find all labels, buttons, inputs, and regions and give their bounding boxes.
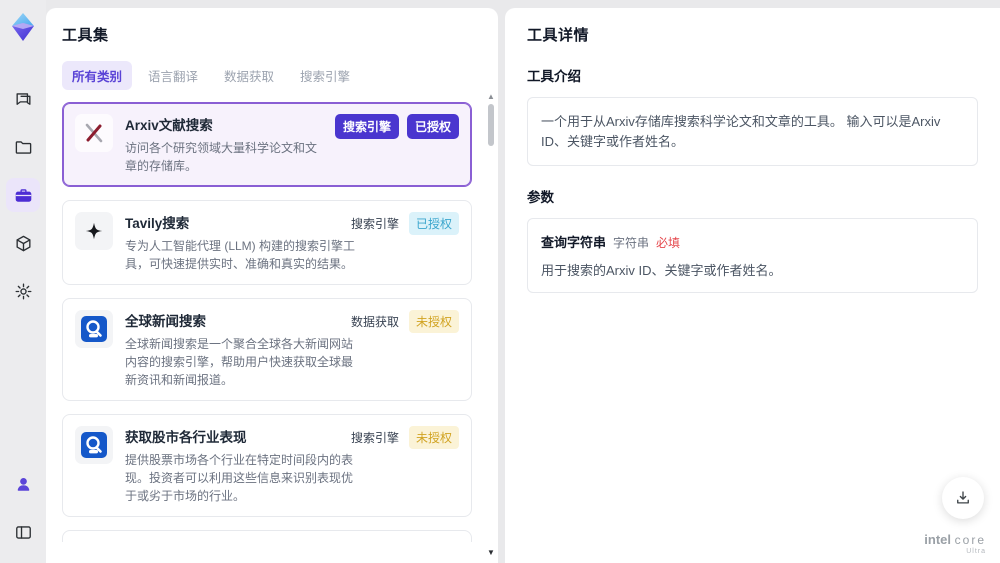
tool-card-global-news[interactable]: 全球新闻搜索 全球新闻搜索是一个聚合全球各大新闻网站内容的搜索引擎，帮助用户快速… [62, 298, 472, 401]
details-title: 工具详情 [527, 27, 590, 44]
params-heading: 参数 [527, 190, 554, 205]
tool-card-sector-performance[interactable]: 获取股市各行业表现 提供股票市场各个行业在特定时间段内的表现。投资者可以利用这些… [62, 414, 472, 517]
tab-all-categories[interactable]: 所有类别 [62, 61, 133, 90]
blue-news-app-icon [75, 426, 113, 464]
scrollbar-thumb[interactable] [488, 104, 494, 146]
intel-brand-text: intel [924, 532, 952, 547]
app-logo-icon[interactable] [8, 12, 38, 42]
brand-sub-text: Ultra [966, 548, 986, 555]
auth-badge: 已授权 [408, 212, 459, 235]
tab-language-translation[interactable]: 语言翻译 [138, 61, 208, 90]
tool-list: Arxiv文献搜索 访问各个研究领域大量科学论文和文章的存储库。 搜索引擎 已授… [62, 102, 482, 542]
tab-search-engine[interactable]: 搜索引擎 [290, 61, 360, 90]
list-scrollbar[interactable]: ▲ ▼ [486, 92, 496, 557]
auth-badge: 未授权 [408, 426, 459, 449]
scroll-up-arrow[interactable]: ▲ [487, 92, 495, 101]
toolbox-icon[interactable] [6, 178, 40, 212]
tool-description: 全球新闻搜索是一个聚合全球各大新闻网站内容的搜索引擎，帮助用户快速获取全球最新资… [125, 337, 354, 387]
category-tabs: 所有类别 语言翻译 数据获取 搜索引擎 [62, 61, 482, 90]
tool-title: Arxiv文献搜索 [125, 118, 213, 133]
folder-icon[interactable] [6, 130, 40, 164]
param-type: 字符串 [613, 236, 650, 250]
package-icon[interactable] [6, 226, 40, 260]
user-icon[interactable] [6, 467, 40, 501]
tool-title: Tavily搜索 [125, 216, 190, 231]
tool-description: 访问各个研究领域大量科学论文和文章的存储库。 [125, 141, 318, 173]
tool-title: 全球新闻搜索 [125, 314, 206, 329]
tool-description: 提供股票市场各个行业在特定时间段内的表现。投资者可以利用这些信息来识别表现优于或… [125, 453, 354, 503]
category-badge: 搜索引擎 [350, 431, 399, 445]
chat-icon[interactable] [6, 82, 40, 116]
param-name: 查询字符串 [541, 235, 607, 250]
blue-news-app-icon [75, 310, 113, 348]
auth-badge: 未授权 [408, 310, 459, 333]
left-rail [0, 0, 46, 563]
tools-panel-title: 工具集 [62, 27, 109, 44]
arxiv-logo-icon [75, 114, 113, 152]
settings-icon[interactable] [6, 274, 40, 308]
tab-data-fetch[interactable]: 数据获取 [214, 61, 284, 90]
parameter-card: 查询字符串 字符串 必填 用于搜索的Arxiv ID、关键字或作者姓名。 [527, 218, 978, 293]
intro-heading: 工具介绍 [527, 69, 581, 84]
intro-text-box: 一个用于从Arxiv存储库搜索科学论文和文章的工具。 输入可以是Arxiv ID… [527, 97, 978, 166]
tool-description: 专为人工智能代理 (LLM) 构建的搜索引擎工具，可快速提供实时、准确和真实的结… [125, 239, 356, 271]
tool-card-arxiv[interactable]: Arxiv文献搜索 访问各个研究领域大量科学论文和文章的存储库。 搜索引擎 已授… [62, 102, 472, 187]
tool-card-tavily[interactable]: Tavily搜索 专为人工智能代理 (LLM) 构建的搜索引擎工具，可快速提供实… [62, 200, 472, 285]
tavily-star-icon [75, 212, 113, 250]
tool-card-most-active-stocks[interactable]: 获取市场最活跃股票信息 提供当天交易量最高的股票列表，投资者可以利用这些信息来识… [62, 530, 472, 542]
main-area: 工具集 所有类别 语言翻译 数据获取 搜索引擎 Arxiv文献搜索 访问各个研究… [46, 8, 1000, 563]
category-badge: 数据获取 [350, 315, 399, 329]
download-icon [957, 491, 969, 504]
category-badge: 搜索引擎 [334, 114, 399, 139]
scroll-down-arrow[interactable]: ▼ [487, 548, 495, 557]
intel-core-logo: intel core Ultra [924, 533, 986, 555]
tool-title: 获取股市各行业表现 [125, 430, 247, 445]
panel-toggle-icon[interactable] [6, 515, 40, 549]
category-badge: 搜索引擎 [350, 217, 399, 231]
param-description: 用于搜索的Arxiv ID、关键字或作者姓名。 [541, 263, 782, 278]
core-brand-text: core [954, 533, 986, 547]
download-button[interactable] [942, 477, 984, 519]
param-required-flag: 必填 [656, 236, 681, 250]
tools-panel: 工具集 所有类别 语言翻译 数据获取 搜索引擎 Arxiv文献搜索 访问各个研究… [46, 8, 498, 563]
auth-badge: 已授权 [406, 114, 459, 139]
tool-details-panel: 工具详情 工具介绍 一个用于从Arxiv存储库搜索科学论文和文章的工具。 输入可… [505, 8, 1000, 563]
